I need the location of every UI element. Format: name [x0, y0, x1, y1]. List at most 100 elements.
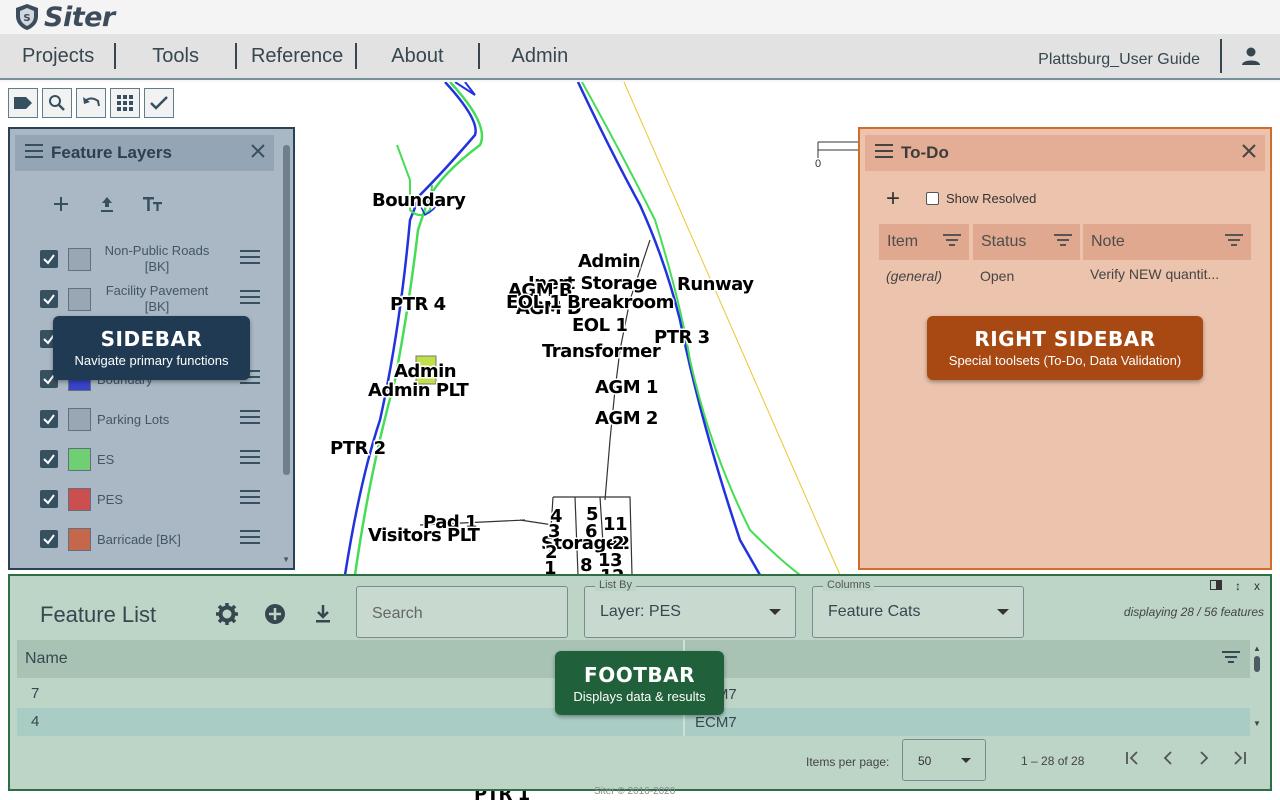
columns-select[interactable]: Columns Feature Cats — [812, 579, 1024, 638]
project-name[interactable]: Plattsburg_User Guide — [1038, 39, 1222, 73]
layer-row[interactable]: Facility Pavement [BK] — [40, 283, 260, 315]
scroll-down-icon[interactable]: ▼ — [282, 555, 290, 564]
layer-checkbox[interactable] — [40, 530, 58, 548]
map-label[interactable]: PTR 2 — [329, 437, 388, 461]
todo-cell-item[interactable]: (general) — [886, 268, 942, 284]
map-label[interactable]: Runway — [676, 273, 757, 297]
nav-item-projects[interactable]: Projects — [0, 43, 117, 69]
map-label[interactable]: EOL 1 — [571, 314, 630, 338]
show-resolved-checkbox[interactable] — [926, 192, 939, 205]
column-header-pia[interactable]: PIA — [685, 650, 1222, 668]
search-icon[interactable] — [42, 88, 72, 118]
drag-handle-icon[interactable] — [240, 449, 260, 469]
map-label[interactable]: PTR 4 — [389, 293, 448, 317]
layer-row[interactable]: PES — [40, 483, 260, 515]
todo-cell-status[interactable]: Open — [980, 268, 1014, 284]
items-per-page-select[interactable]: 50 — [902, 739, 986, 781]
filter-icon[interactable] — [1054, 233, 1072, 251]
layer-checkbox[interactable] — [40, 410, 58, 428]
prev-page-icon[interactable] — [1158, 748, 1178, 768]
close-icon[interactable] — [1241, 143, 1257, 164]
menu-icon[interactable] — [875, 143, 893, 163]
close-icon[interactable] — [250, 143, 266, 164]
map-label[interactable]: EOL 1 Breakroom — [505, 291, 676, 315]
download-icon[interactable] — [311, 602, 335, 626]
tag-icon[interactable] — [8, 88, 38, 118]
todo-cell-note[interactable]: Verify NEW quantit... — [1090, 266, 1219, 282]
map-small-label[interactable]: 2 — [611, 532, 627, 556]
map-small-label[interactable]: 6 — [584, 520, 600, 544]
map-small-label[interactable]: 11 — [602, 513, 630, 537]
layer-row[interactable]: Non-Public Roads [BK] — [40, 243, 260, 275]
add-circle-icon[interactable] — [263, 602, 287, 626]
user-icon[interactable] — [1222, 46, 1280, 66]
layer-name: Non-Public Roads [BK] — [104, 243, 210, 274]
layer-name: Facility Pavement [BK] — [105, 283, 209, 314]
nav-item-tools[interactable]: Tools — [116, 43, 237, 69]
map-label[interactable]: Admin — [393, 360, 459, 384]
settings-icon[interactable] — [215, 602, 239, 626]
map-label[interactable]: Visitors PLT — [367, 524, 483, 548]
filter-icon[interactable] — [1225, 233, 1243, 251]
filter-icon[interactable] — [1222, 650, 1240, 668]
list-by-select[interactable]: List By Layer: PES — [584, 579, 796, 638]
nav-item-reference[interactable]: Reference — [237, 43, 358, 69]
map-label[interactable]: PTR 3 — [653, 326, 712, 350]
todo-column-item[interactable]: Item — [879, 224, 969, 260]
brand-bar: S Siter — [0, 0, 1280, 34]
map-label[interactable]: AGM 1 — [594, 376, 660, 400]
drag-handle-icon[interactable] — [240, 249, 260, 269]
footbar-callout: FOOTBAR Displays data & results — [555, 651, 724, 715]
list-by-label: List By — [595, 579, 637, 591]
layer-checkbox[interactable] — [40, 290, 58, 308]
menu-icon[interactable] — [25, 143, 43, 163]
first-page-icon[interactable] — [1122, 748, 1142, 768]
upload-icon[interactable] — [94, 191, 120, 217]
map-label[interactable]: Boundary — [371, 189, 469, 213]
search-input[interactable]: Search — [356, 586, 568, 638]
todo-column-status[interactable]: Status — [973, 224, 1080, 260]
add-icon[interactable] — [48, 191, 74, 217]
copyright-text: Siter © 2016-2020 — [594, 786, 676, 797]
last-page-icon[interactable] — [1230, 748, 1250, 768]
map-label[interactable]: Admin — [577, 250, 643, 274]
map-label[interactable]: Admin PLT — [367, 379, 472, 403]
show-resolved-toggle[interactable]: Show Resolved — [926, 191, 1036, 206]
todo-title: To-Do — [901, 143, 949, 162]
drag-handle-icon[interactable] — [240, 289, 260, 309]
map-small-label[interactable]: 3 — [547, 520, 563, 544]
sidebar-scrollbar[interactable] — [283, 145, 290, 475]
check-icon[interactable] — [144, 88, 174, 118]
grid-icon[interactable] — [110, 88, 140, 118]
next-page-icon[interactable] — [1194, 748, 1214, 768]
map-small-label[interactable]: 8 — [579, 554, 595, 578]
layer-checkbox[interactable] — [40, 450, 58, 468]
layer-row[interactable]: Parking Lots — [40, 403, 260, 435]
add-todo-button[interactable]: + — [886, 185, 900, 213]
text-size-icon[interactable] — [140, 191, 166, 217]
resize-icon[interactable]: ↕ — [1235, 579, 1241, 593]
map-label[interactable]: Transformer — [541, 340, 663, 364]
table-scrollbar[interactable]: ▲ ▼ — [1253, 644, 1261, 728]
scale-label: 0 — [815, 158, 821, 170]
nav-item-admin[interactable]: Admin — [480, 43, 589, 69]
app-root: S Siter Projects Tools Reference About A… — [0, 0, 1280, 800]
drag-handle-icon[interactable] — [240, 489, 260, 509]
panel-icon[interactable] — [1210, 579, 1222, 593]
filter-icon[interactable] — [943, 233, 961, 251]
drag-handle-icon[interactable] — [240, 409, 260, 429]
scroll-thumb[interactable] — [1254, 656, 1260, 672]
drag-handle-icon[interactable] — [240, 529, 260, 549]
layer-name: Parking Lots — [97, 411, 170, 427]
layer-checkbox[interactable] — [40, 250, 58, 268]
todo-column-note[interactable]: Note — [1083, 224, 1251, 260]
columns-value: Feature Cats — [828, 603, 921, 620]
layer-row[interactable]: Barricade [BK] — [40, 523, 260, 555]
layer-checkbox[interactable] — [40, 490, 58, 508]
undo-icon[interactable] — [76, 88, 106, 118]
map-label[interactable]: AGM 2 — [594, 407, 660, 431]
layer-row[interactable]: ES — [40, 443, 260, 475]
nav-menu: Projects Tools Reference About Admin — [0, 34, 588, 78]
close-icon[interactable]: x — [1254, 579, 1260, 593]
nav-item-about[interactable]: About — [357, 43, 480, 69]
